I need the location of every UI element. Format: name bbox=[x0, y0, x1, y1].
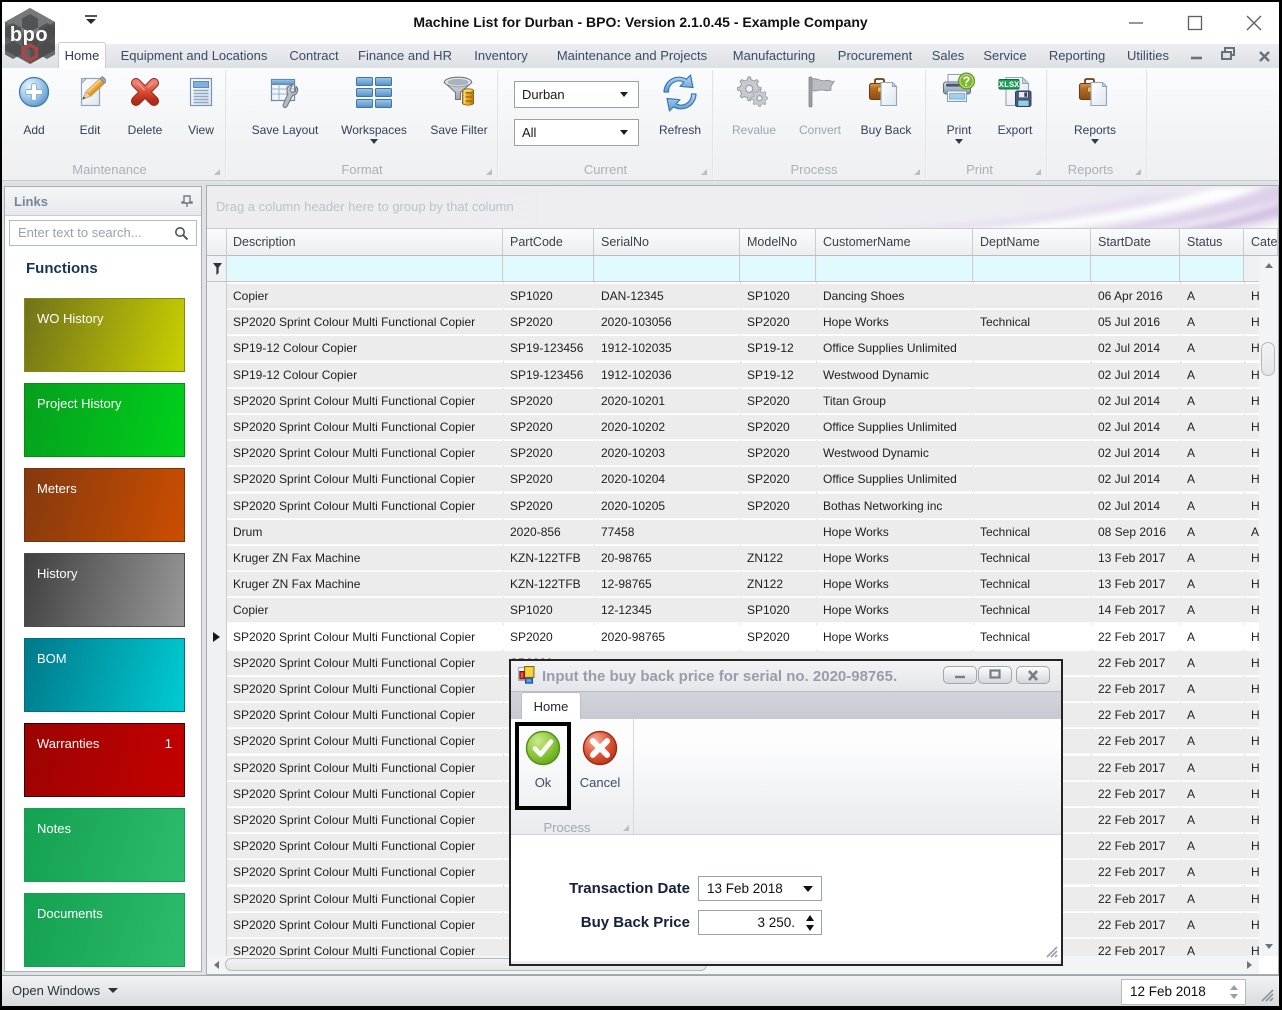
svg-text:XLSX: XLSX bbox=[999, 80, 1020, 90]
svg-text:?: ? bbox=[963, 75, 971, 89]
svg-text:bpo: bpo bbox=[10, 24, 48, 46]
